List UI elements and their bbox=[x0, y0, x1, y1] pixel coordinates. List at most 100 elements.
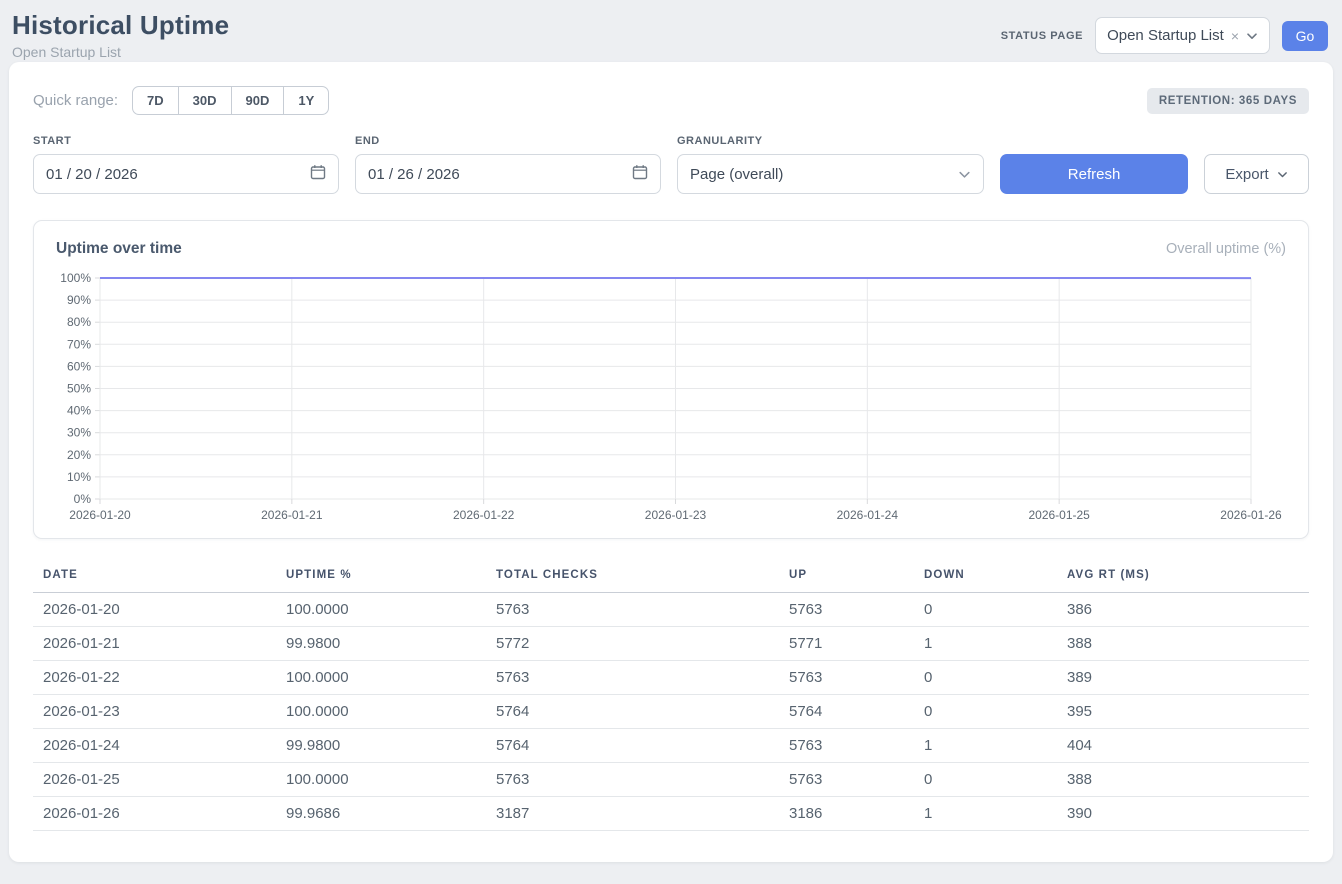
x-axis-label: 2026-01-21 bbox=[261, 508, 323, 522]
y-axis-label: 60% bbox=[67, 359, 91, 373]
end-date-input[interactable]: 01 / 26 / 2026 bbox=[355, 154, 661, 194]
table-cell: 1 bbox=[914, 627, 1057, 661]
table-cell: 1 bbox=[914, 797, 1057, 831]
x-axis-label: 2026-01-25 bbox=[1028, 508, 1090, 522]
start-label: START bbox=[33, 135, 339, 147]
column-header-avg-rt: AVG RT (MS) bbox=[1057, 561, 1309, 593]
table-cell: 5763 bbox=[486, 661, 779, 695]
uptime-table: DATE UPTIME % TOTAL CHECKS UP DOWN AVG R… bbox=[33, 561, 1309, 831]
chevron-down-icon bbox=[1246, 30, 1258, 42]
quick-range-90d[interactable]: 90D bbox=[231, 87, 284, 114]
granularity-value: Page (overall) bbox=[690, 166, 783, 183]
column-header-date: DATE bbox=[33, 561, 276, 593]
table-cell: 2026-01-25 bbox=[33, 763, 276, 797]
granularity-field: GRANULARITY Page (overall) bbox=[677, 135, 984, 194]
table-row: 2026-01-2499.9800576457631404 bbox=[33, 729, 1309, 763]
main-panel: Quick range: 7D 30D 90D 1Y RETENTION: 36… bbox=[9, 62, 1333, 862]
quick-range-1y[interactable]: 1Y bbox=[283, 87, 328, 114]
table-cell: 5771 bbox=[779, 627, 914, 661]
clear-selection-icon[interactable]: × bbox=[1231, 29, 1239, 43]
page-header: Historical Uptime Open Startup List STAT… bbox=[0, 0, 1342, 62]
page-title: Historical Uptime bbox=[12, 10, 229, 41]
table-cell: 5764 bbox=[486, 695, 779, 729]
table-cell: 3186 bbox=[779, 797, 914, 831]
end-date-value: 01 / 26 / 2026 bbox=[368, 166, 460, 183]
granularity-select[interactable]: Page (overall) bbox=[677, 154, 984, 194]
table-cell: 100.0000 bbox=[276, 695, 486, 729]
header-right: STATUS PAGE Open Startup List × Go bbox=[1001, 17, 1328, 54]
table-row: 2026-01-23100.0000576457640395 bbox=[33, 695, 1309, 729]
chevron-down-icon bbox=[1277, 169, 1288, 180]
calendar-icon[interactable] bbox=[632, 164, 648, 184]
table-cell: 0 bbox=[914, 695, 1057, 729]
y-axis-label: 80% bbox=[67, 315, 91, 329]
y-axis-label: 10% bbox=[67, 470, 91, 484]
table-cell: 388 bbox=[1057, 763, 1309, 797]
table-cell: 99.9800 bbox=[276, 627, 486, 661]
table-cell: 2026-01-26 bbox=[33, 797, 276, 831]
status-page-label: STATUS PAGE bbox=[1001, 30, 1083, 42]
table-cell: 99.9800 bbox=[276, 729, 486, 763]
status-page-select[interactable]: Open Startup List × bbox=[1095, 17, 1270, 54]
y-axis-label: 20% bbox=[67, 448, 91, 462]
table-row: 2026-01-22100.0000576357630389 bbox=[33, 661, 1309, 695]
column-header-uptime: UPTIME % bbox=[276, 561, 486, 593]
end-date-field: END 01 / 26 / 2026 bbox=[355, 135, 661, 194]
y-axis-label: 90% bbox=[67, 293, 91, 307]
table-cell: 2026-01-24 bbox=[33, 729, 276, 763]
table-cell: 100.0000 bbox=[276, 593, 486, 627]
table-header-row: DATE UPTIME % TOTAL CHECKS UP DOWN AVG R… bbox=[33, 561, 1309, 593]
y-axis-label: 100% bbox=[60, 271, 91, 285]
x-axis-label: 2026-01-24 bbox=[837, 508, 899, 522]
table-row: 2026-01-2199.9800577257711388 bbox=[33, 627, 1309, 661]
table-cell: 404 bbox=[1057, 729, 1309, 763]
x-axis-label: 2026-01-22 bbox=[453, 508, 515, 522]
x-axis-label: 2026-01-26 bbox=[1220, 508, 1282, 522]
table-cell: 2026-01-21 bbox=[33, 627, 276, 661]
status-page-value: Open Startup List bbox=[1107, 27, 1224, 44]
column-header-total-checks: TOTAL CHECKS bbox=[486, 561, 779, 593]
table-cell: 5763 bbox=[779, 729, 914, 763]
x-axis-label: 2026-01-20 bbox=[69, 508, 131, 522]
chart-legend: Overall uptime (%) bbox=[1166, 241, 1286, 257]
table-cell: 390 bbox=[1057, 797, 1309, 831]
table-cell: 0 bbox=[914, 593, 1057, 627]
export-button[interactable]: Export bbox=[1204, 154, 1309, 194]
table-cell: 100.0000 bbox=[276, 661, 486, 695]
granularity-label: GRANULARITY bbox=[677, 135, 984, 147]
title-block: Historical Uptime Open Startup List bbox=[12, 10, 229, 60]
table-cell: 5764 bbox=[486, 729, 779, 763]
refresh-button[interactable]: Refresh bbox=[1000, 154, 1188, 194]
page-subtitle: Open Startup List bbox=[12, 44, 229, 60]
y-axis-label: 40% bbox=[67, 404, 91, 418]
go-button[interactable]: Go bbox=[1282, 21, 1328, 51]
export-label: Export bbox=[1225, 166, 1268, 183]
fields-row: START 01 / 20 / 2026 END 01 / 26 / 2026 … bbox=[33, 135, 1309, 194]
y-axis-label: 30% bbox=[67, 426, 91, 440]
quick-range-7d[interactable]: 7D bbox=[133, 87, 178, 114]
table-cell: 395 bbox=[1057, 695, 1309, 729]
y-axis-label: 0% bbox=[74, 492, 92, 506]
table-cell: 5763 bbox=[779, 763, 914, 797]
quick-range-30d[interactable]: 30D bbox=[178, 87, 231, 114]
table-row: 2026-01-25100.0000576357630388 bbox=[33, 763, 1309, 797]
table-cell: 0 bbox=[914, 763, 1057, 797]
table-cell: 5772 bbox=[486, 627, 779, 661]
table-cell: 100.0000 bbox=[276, 763, 486, 797]
table-cell: 386 bbox=[1057, 593, 1309, 627]
table-row: 2026-01-20100.0000576357630386 bbox=[33, 593, 1309, 627]
start-date-input[interactable]: 01 / 20 / 2026 bbox=[33, 154, 339, 194]
table-cell: 2026-01-20 bbox=[33, 593, 276, 627]
chart-header: Uptime over time Overall uptime (%) bbox=[34, 240, 1308, 258]
x-axis-label: 2026-01-23 bbox=[645, 508, 707, 522]
table-header: DATE UPTIME % TOTAL CHECKS UP DOWN AVG R… bbox=[33, 561, 1309, 593]
chevron-down-icon bbox=[958, 168, 971, 181]
column-header-up: UP bbox=[779, 561, 914, 593]
table-cell: 5763 bbox=[779, 593, 914, 627]
y-axis-label: 50% bbox=[67, 382, 91, 396]
chart-title: Uptime over time bbox=[56, 240, 182, 258]
table-cell: 2026-01-22 bbox=[33, 661, 276, 695]
uptime-table-body: 2026-01-20100.00005763576303862026-01-21… bbox=[33, 593, 1309, 831]
calendar-icon[interactable] bbox=[310, 164, 326, 184]
uptime-chart-card: Uptime over time Overall uptime (%) 0% 10… bbox=[33, 220, 1309, 539]
